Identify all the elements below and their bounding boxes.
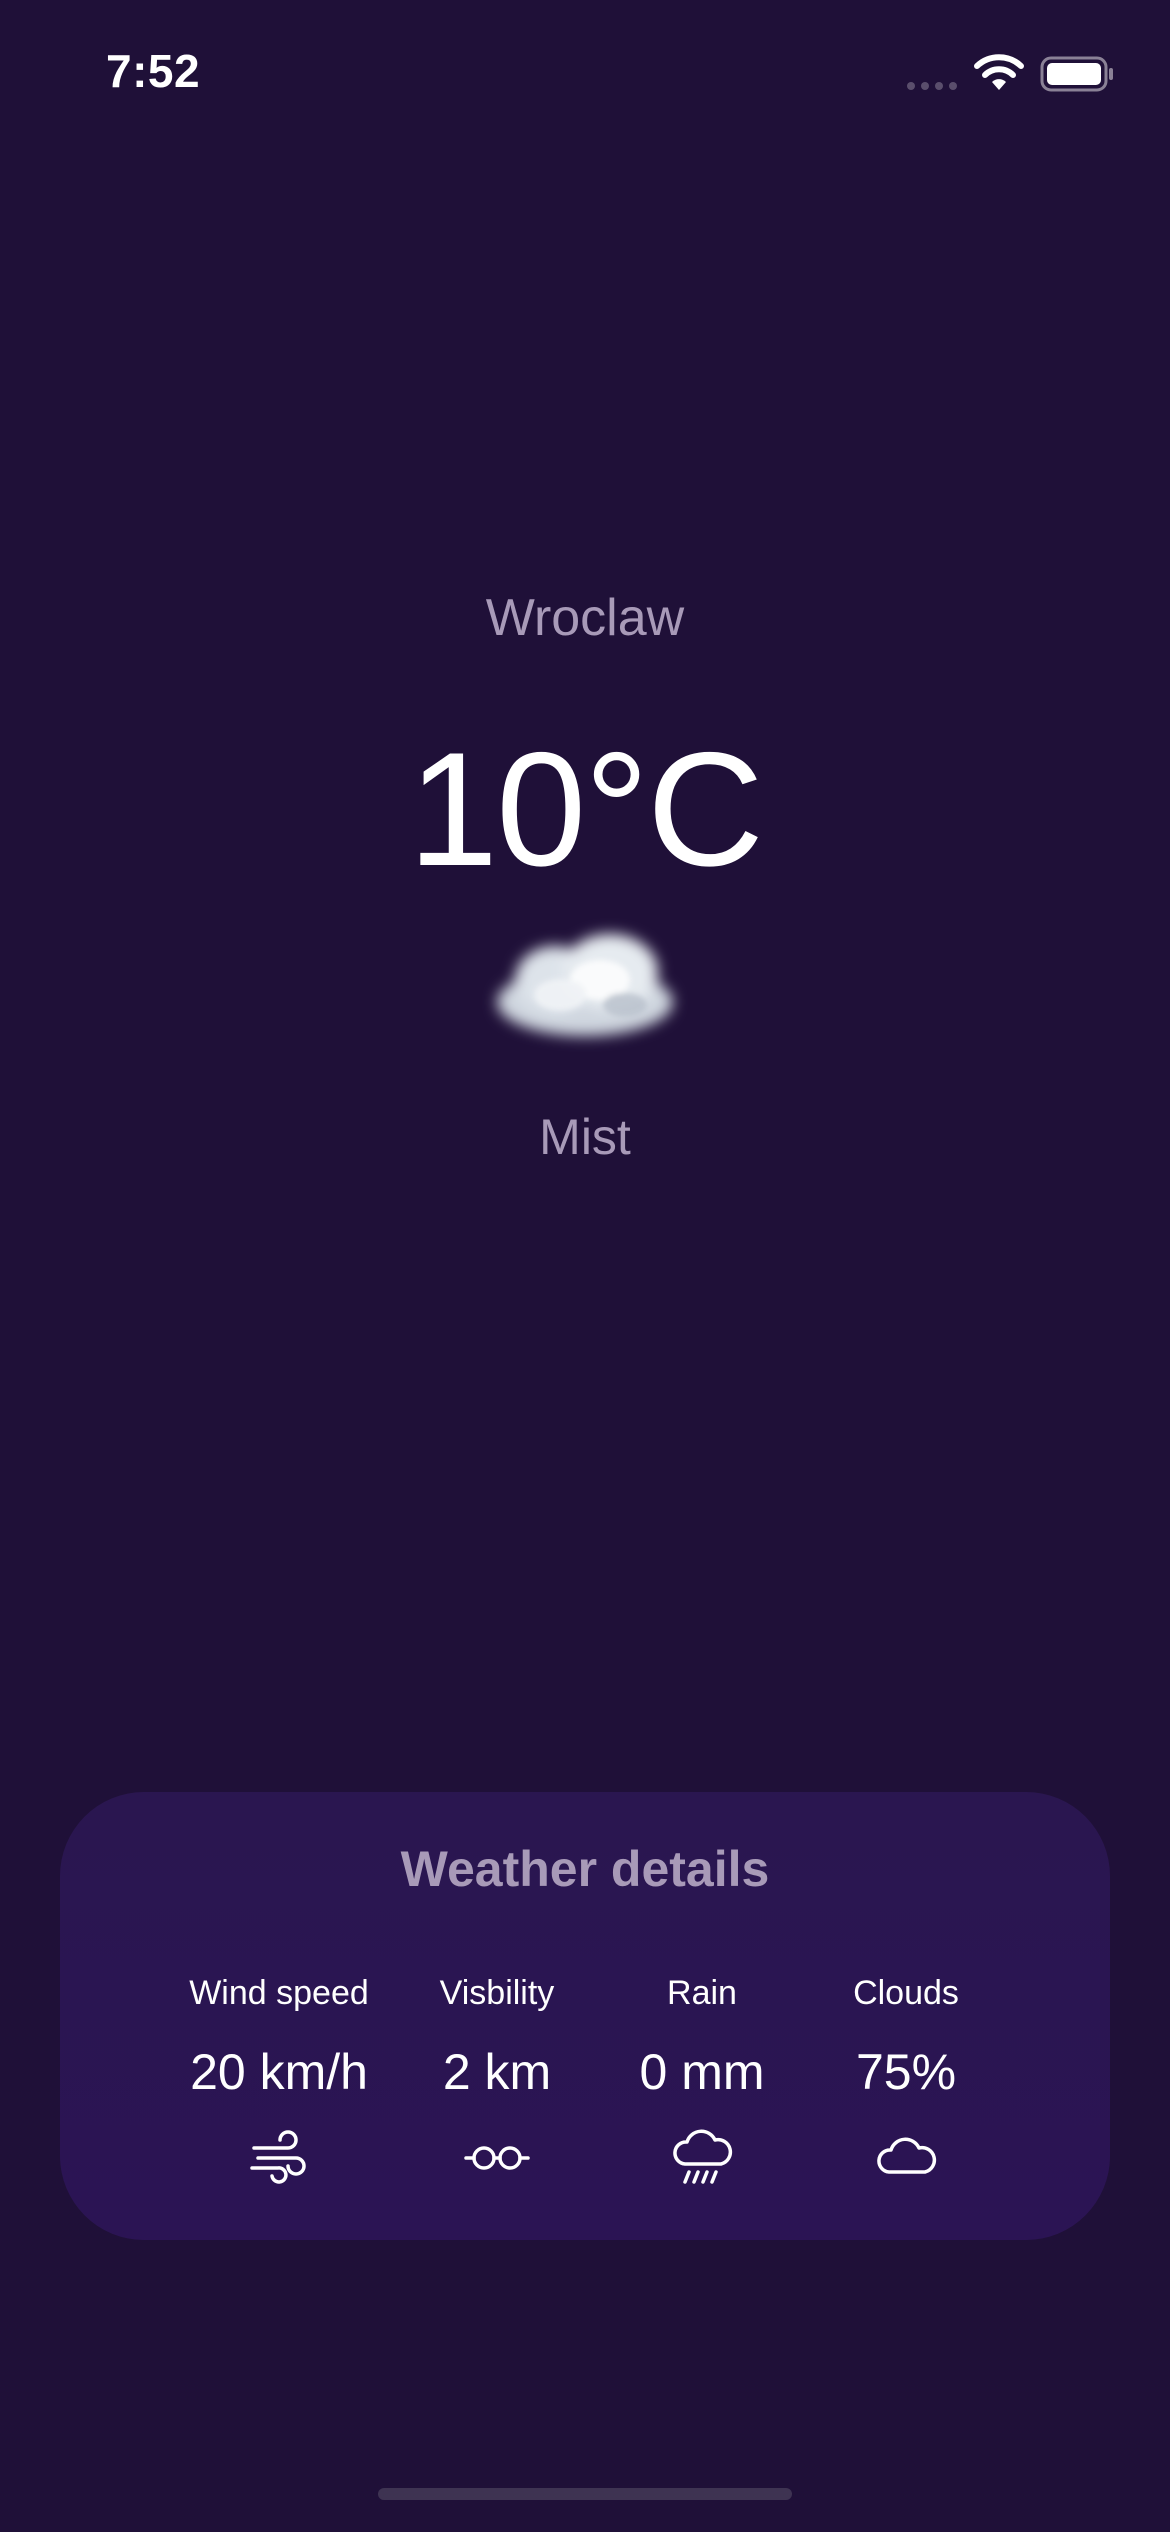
detail-label: Wind speed: [189, 1974, 369, 2012]
mist-cloud-icon: [497, 934, 673, 1036]
detail-wind-speed: Wind speed 20 km/h: [169, 1968, 389, 2190]
wifi-icon: [974, 54, 1024, 90]
status-time: 7:52: [106, 45, 201, 97]
signal-dots-icon: [907, 82, 957, 90]
home-indicator[interactable]: [378, 2488, 792, 2500]
battery-icon: [1040, 56, 1113, 92]
temperature: 10°C: [408, 719, 764, 900]
detail-clouds: Clouds 75%: [796, 1968, 1016, 2190]
weather-condition: Mist: [539, 1109, 631, 1165]
detail-rain: Rain 0 mm: [592, 1968, 812, 2190]
glasses-icon: [464, 2146, 530, 2170]
detail-label: Visbility: [439, 1974, 555, 2012]
details-title: Weather details: [400, 1841, 770, 1897]
detail-value: 75%: [855, 2044, 957, 2100]
detail-value: 20 km/h: [190, 2044, 368, 2100]
status-bar: 7:52: [0, 0, 1170, 150]
rain-cloud-icon: [673, 2129, 733, 2184]
detail-visibility: Visbility 2 km: [387, 1968, 607, 2190]
detail-value: 0 mm: [639, 2044, 765, 2100]
city-name: Wroclaw: [485, 589, 685, 647]
wind-icon: [250, 2130, 306, 2184]
weather-details-card: Weather details Wind speed 20 km/h Visbi…: [60, 1792, 1110, 2240]
detail-label: Clouds: [853, 1974, 959, 2012]
detail-value: 2 km: [442, 2044, 552, 2100]
detail-label: Rain: [667, 1974, 737, 2012]
cloud-icon: [877, 2137, 937, 2174]
